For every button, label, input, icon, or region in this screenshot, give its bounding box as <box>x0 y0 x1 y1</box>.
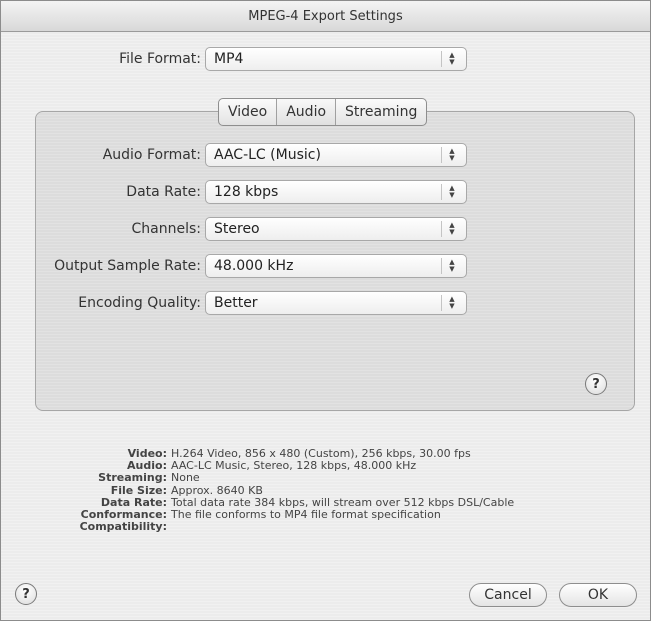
audio-format-row: Audio Format: AAC-LC (Music) ▲ ▼ <box>41 143 467 167</box>
cancel-button[interactable]: Cancel <box>469 583 547 607</box>
file-format-label: File Format: <box>119 51 201 67</box>
ok-button[interactable]: OK <box>559 583 637 607</box>
data-rate-value: 128 kbps <box>214 184 279 200</box>
encoding-quality-popup[interactable]: Better ▲ ▼ <box>205 291 467 315</box>
dialog-help-button[interactable]: ? <box>15 583 37 605</box>
tab-help-button[interactable]: ? <box>585 373 607 395</box>
summary-row: Compatibility: <box>79 520 167 534</box>
file-format-row: File Format: MP4 ▲ ▼ <box>41 47 467 71</box>
settings-summary: Video: H.264 Video, 856 x 480 (Custom), 2… <box>71 447 515 534</box>
popup-arrows-icon: ▲ ▼ <box>441 295 462 311</box>
data-rate-row: Data Rate: 128 kbps ▲ ▼ <box>41 180 467 204</box>
popup-arrows-icon: ▲ ▼ <box>441 184 462 200</box>
tab-audio[interactable]: Audio <box>277 99 337 125</box>
data-rate-label: Data Rate: <box>126 184 201 200</box>
audio-format-label: Audio Format: <box>102 147 201 163</box>
output-sample-rate-popup[interactable]: 48.000 kHz ▲ ▼ <box>205 254 467 278</box>
audio-format-popup[interactable]: AAC-LC (Music) ▲ ▼ <box>205 143 467 167</box>
help-icon: ? <box>22 586 30 602</box>
popup-arrows-icon: ▲ ▼ <box>441 147 462 163</box>
output-sample-rate-value: 48.000 kHz <box>214 258 294 274</box>
channels-label: Channels: <box>131 221 202 237</box>
tab-streaming[interactable]: Streaming <box>336 99 426 125</box>
summary-row: Streaming: None <box>98 471 200 485</box>
channels-popup[interactable]: Stereo ▲ ▼ <box>205 217 467 241</box>
window-title: MPEG-4 Export Settings <box>248 8 403 24</box>
summary-row: File Size: Approx. 8640 KB <box>110 483 263 497</box>
encoding-quality-value: Better <box>214 295 258 311</box>
tab-video[interactable]: Video <box>219 99 278 125</box>
data-rate-popup[interactable]: 128 kbps ▲ ▼ <box>205 180 467 204</box>
encoding-quality-label: Encoding Quality: <box>78 295 201 311</box>
audio-format-value: AAC-LC (Music) <box>214 147 321 163</box>
popup-arrows-icon: ▲ ▼ <box>441 221 462 237</box>
title-bar: MPEG-4 Export Settings <box>1 1 650 32</box>
help-icon: ? <box>592 376 600 392</box>
tab-bar: Video Audio Streaming <box>218 98 428 126</box>
export-settings-window: MPEG-4 Export Settings File Format: MP4 … <box>0 0 651 621</box>
output-sample-rate-label: Output Sample Rate: <box>54 258 201 274</box>
channels-row: Channels: Stereo ▲ ▼ <box>41 217 467 241</box>
encoding-quality-row: Encoding Quality: Better ▲ ▼ <box>41 291 467 315</box>
popup-arrows-icon: ▲ ▼ <box>441 258 462 274</box>
output-sample-rate-row: Output Sample Rate: 48.000 kHz ▲ ▼ <box>41 254 467 278</box>
popup-arrows-icon: ▲ ▼ <box>441 51 462 67</box>
channels-value: Stereo <box>214 221 260 237</box>
file-format-value: MP4 <box>214 51 244 67</box>
file-format-popup[interactable]: MP4 ▲ ▼ <box>205 47 467 71</box>
